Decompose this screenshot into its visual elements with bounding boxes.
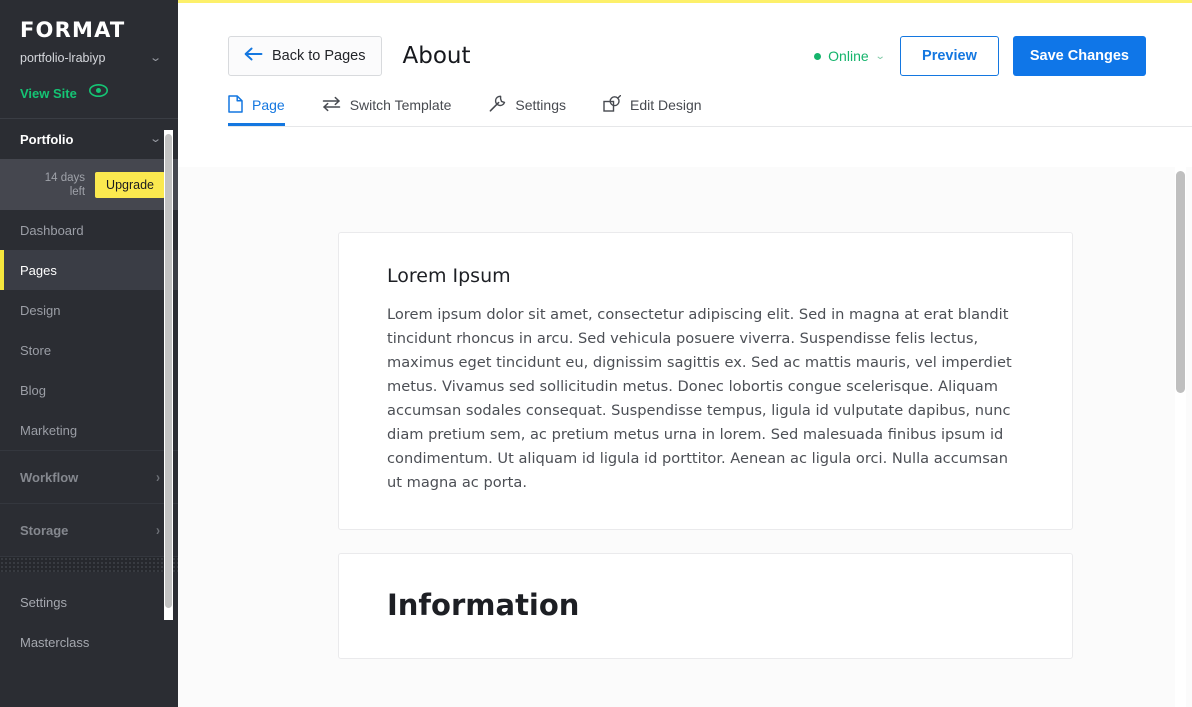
trial-banner: 14 days left Upgrade <box>0 159 178 210</box>
portfolio-section-toggle[interactable]: Portfolio ⌄ <box>0 119 178 159</box>
sidebar-item-marketing[interactable]: Marketing <box>0 410 178 450</box>
tab-label: Page <box>252 97 285 113</box>
content-scrollbar[interactable] <box>1175 167 1186 707</box>
account-switcher[interactable]: portfolio-lrabiyp ⌄ <box>0 42 178 65</box>
sidebar-item-label: Workflow <box>20 469 79 485</box>
tab-bar-divider <box>228 126 1192 127</box>
save-changes-button[interactable]: Save Changes <box>1012 36 1146 76</box>
sidebar-item-label: Masterclass <box>20 634 90 650</box>
back-to-pages-button[interactable]: Back to Pages <box>228 36 382 76</box>
top-accent-bar <box>178 0 1192 3</box>
sidebar-scrollbar-thumb[interactable] <box>165 134 172 608</box>
tab-settings[interactable]: Settings <box>488 84 582 126</box>
sidebar-item-storage[interactable]: Storage › <box>0 504 178 556</box>
document-icon <box>228 94 243 116</box>
preview-button[interactable]: Preview <box>900 36 999 76</box>
block-heading: Lorem Ipsum <box>387 265 511 287</box>
chevron-down-icon: ⌄ <box>148 51 162 64</box>
chevron-down-icon: ⌄ <box>148 132 162 145</box>
page-title: About <box>402 43 471 69</box>
account-name: portfolio-lrabiyp <box>20 51 106 65</box>
arrow-left-icon <box>244 47 263 65</box>
main-panel: Back to Pages About Online ⌄ Preview Sav… <box>178 0 1192 707</box>
page-canvas: Lorem Ipsum Lorem ipsum dolor sit amet, … <box>178 167 1192 707</box>
tab-page[interactable]: Page <box>228 84 301 126</box>
page-header: Back to Pages About Online ⌄ Preview Sav… <box>178 0 1192 82</box>
chevron-right-icon: › <box>156 468 160 486</box>
sidebar-item-blog[interactable]: Blog <box>0 370 178 410</box>
content-block-information[interactable]: Information <box>338 553 1073 659</box>
sidebar-item-label: Settings <box>20 594 67 610</box>
brand-logo: FORMAT <box>20 18 126 42</box>
sidebar-item-label: Marketing <box>20 422 78 438</box>
sidebar-item-masterclass[interactable]: Masterclass <box>0 622 178 662</box>
sidebar-item-label: Storage <box>20 522 69 538</box>
sidebar-footer: Settings Masterclass <box>0 572 178 662</box>
design-pen-icon <box>603 94 622 116</box>
sidebar-item-dashboard[interactable]: Dashboard <box>0 210 178 250</box>
sidebar-nav: Dashboard Pages Design Store Blog Market… <box>0 210 178 450</box>
sidebar-item-store[interactable]: Store <box>0 330 178 370</box>
sidebar-item-pages[interactable]: Pages <box>0 250 178 290</box>
sidebar-item-label: Store <box>20 342 52 358</box>
view-site-label: View Site <box>20 85 77 101</box>
status-dot-icon <box>814 52 822 60</box>
tab-bar: Page Switch Template Settings Edit Desig… <box>178 82 1192 126</box>
app-root: FORMAT portfolio-lrabiyp ⌄ View Site Por… <box>0 0 1192 707</box>
sidebar-item-settings[interactable]: Settings <box>0 582 178 622</box>
block-heading: Information <box>387 588 580 622</box>
eye-icon <box>88 84 108 102</box>
tab-label: Switch Template <box>349 97 452 113</box>
sidebar-resize-handle[interactable] <box>0 557 178 572</box>
tab-label: Edit Design <box>629 97 702 113</box>
view-site-link[interactable]: View Site <box>0 65 178 102</box>
sidebar-item-label: Design <box>20 302 61 318</box>
block-body-text: Lorem ipsum dolor sit amet, consectetur … <box>387 306 1012 491</box>
wrench-icon <box>488 95 506 116</box>
header-actions: Online ⌄ Preview Save Changes <box>814 36 1146 76</box>
sidebar-item-design[interactable]: Design <box>0 290 178 330</box>
sidebar-header: FORMAT portfolio-lrabiyp ⌄ View Site <box>0 0 178 118</box>
chevron-down-icon: ⌄ <box>874 50 886 62</box>
tab-switch-template[interactable]: Switch Template <box>322 84 468 126</box>
days-left-label: 14 days left <box>44 171 86 198</box>
sidebar: FORMAT portfolio-lrabiyp ⌄ View Site Por… <box>0 0 178 707</box>
content-scrollbar-thumb[interactable] <box>1176 171 1185 393</box>
upgrade-button[interactable]: Upgrade <box>95 171 165 198</box>
sidebar-item-workflow[interactable]: Workflow › <box>0 451 178 503</box>
portfolio-label: Portfolio <box>20 131 74 147</box>
sidebar-item-label: Blog <box>20 382 47 398</box>
sidebar-item-label: Pages <box>20 262 57 278</box>
sidebar-scrollbar[interactable] <box>164 130 173 620</box>
back-to-pages-label: Back to Pages <box>272 48 366 64</box>
tab-label: Settings <box>515 97 566 113</box>
swap-arrows-icon <box>322 96 341 115</box>
chevron-right-icon: › <box>156 521 160 539</box>
status-dropdown[interactable]: Online ⌄ <box>814 48 886 64</box>
tab-edit-design[interactable]: Edit Design <box>603 84 718 126</box>
content-block-lorem-ipsum[interactable]: Lorem Ipsum Lorem ipsum dolor sit amet, … <box>338 232 1073 530</box>
status-label: Online <box>828 48 869 64</box>
sidebar-item-label: Dashboard <box>20 222 84 238</box>
